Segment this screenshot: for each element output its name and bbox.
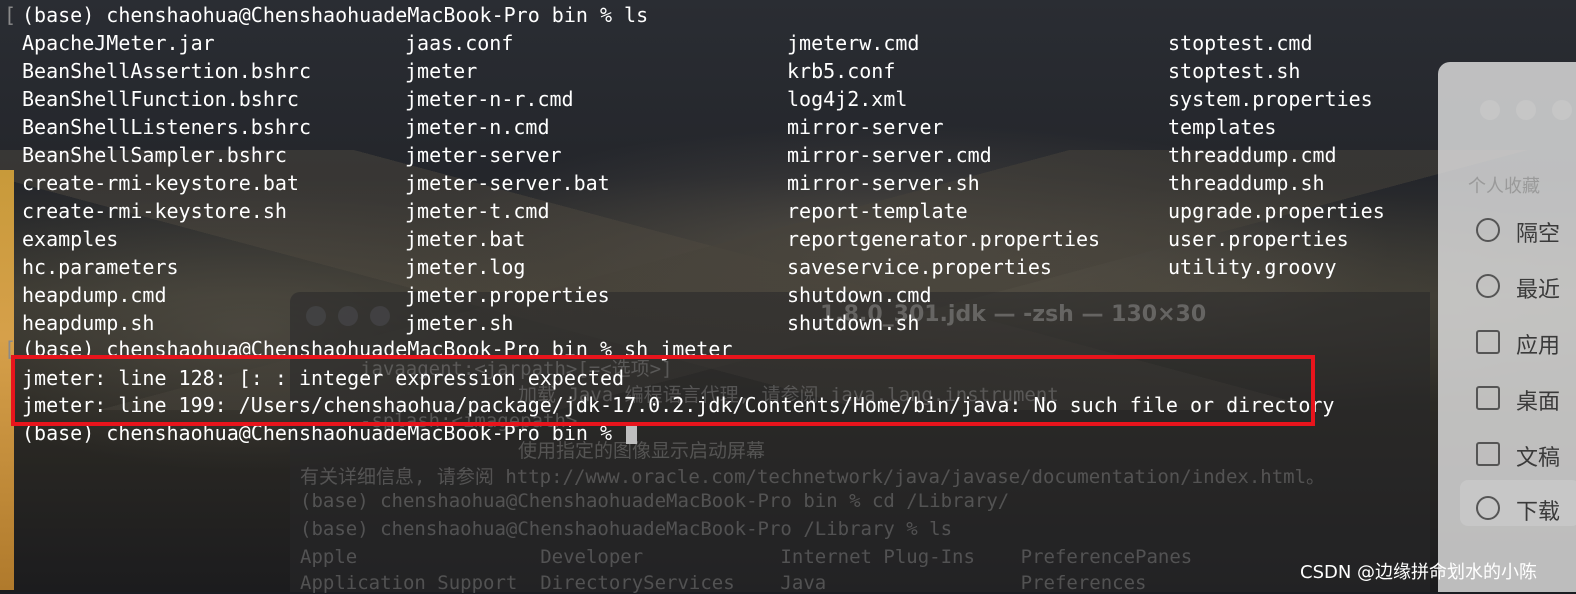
ls-entry: stoptest.sh <box>1168 59 1301 83</box>
ls-entry: jmeter-server <box>405 143 562 167</box>
ls-entry: jaas.conf <box>405 31 514 55</box>
ls-entry: log4j2.xml <box>787 87 908 111</box>
ls-entry: threaddump.cmd <box>1168 143 1337 167</box>
ls-entry: jmeter.sh <box>405 311 514 335</box>
line-marker: [ <box>4 3 17 27</box>
ls-entry: jmeter-n.cmd <box>405 115 550 139</box>
ls-entry: utility.groovy <box>1168 255 1337 279</box>
ls-entry: create-rmi-keystore.sh <box>22 199 287 223</box>
ls-entry: BeanShellAssertion.bshrc <box>22 59 311 83</box>
ls-entry: jmeterw.cmd <box>787 31 920 55</box>
ls-entry: hc.parameters <box>22 255 179 279</box>
ls-entry: heapdump.cmd <box>22 283 167 307</box>
csdn-watermark: CSDN @边缘拼命划水的小陈 <box>1300 562 1538 583</box>
ls-entry: heapdump.sh <box>22 311 155 335</box>
terminal-output[interactable]: [ (base) chenshaohua@ChenshaohuadeMacBoo… <box>0 0 1576 592</box>
ls-entry: stoptest.cmd <box>1168 31 1313 55</box>
ls-entry: jmeter-t.cmd <box>405 199 550 223</box>
ls-entry: saveservice.properties <box>787 255 1052 279</box>
ls-entry: templates <box>1168 115 1277 139</box>
ls-entry: krb5.conf <box>787 59 896 83</box>
ls-entry: BeanShellFunction.bshrc <box>22 87 299 111</box>
ls-entry: BeanShellListeners.bshrc <box>22 115 311 139</box>
ls-entry: ApacheJMeter.jar <box>22 31 215 55</box>
ls-entry: jmeter.bat <box>405 227 526 251</box>
ls-entry: jmeter-server.bat <box>405 171 610 195</box>
error-highlight-box <box>11 355 1315 426</box>
ls-entry: jmeter.properties <box>405 283 610 307</box>
ls-entry: BeanShellSampler.bshrc <box>22 143 287 167</box>
ls-entry: user.properties <box>1168 227 1349 251</box>
ls-entry: jmeter-n-r.cmd <box>405 87 574 111</box>
ls-entry: upgrade.properties <box>1168 199 1385 223</box>
ls-entry: examples <box>22 227 119 251</box>
ls-entry: mirror-server.cmd <box>787 143 992 167</box>
ls-entry: jmeter <box>405 59 478 83</box>
ls-entry: report-template <box>787 199 968 223</box>
command-prompt-ls: (base) chenshaohua@ChenshaohuadeMacBook-… <box>22 3 649 27</box>
ls-entry: reportgenerator.properties <box>787 227 1101 251</box>
ls-entry: jmeter.log <box>405 255 526 279</box>
ls-entry: mirror-server.sh <box>787 171 980 195</box>
ls-entry: system.properties <box>1168 87 1373 111</box>
ls-entry: create-rmi-keystore.bat <box>22 171 299 195</box>
ls-entry: mirror-server <box>787 115 944 139</box>
ls-entry: shutdown.cmd <box>787 283 932 307</box>
ls-entry: threaddump.sh <box>1168 171 1325 195</box>
ls-entry: shutdown.sh <box>787 311 920 335</box>
